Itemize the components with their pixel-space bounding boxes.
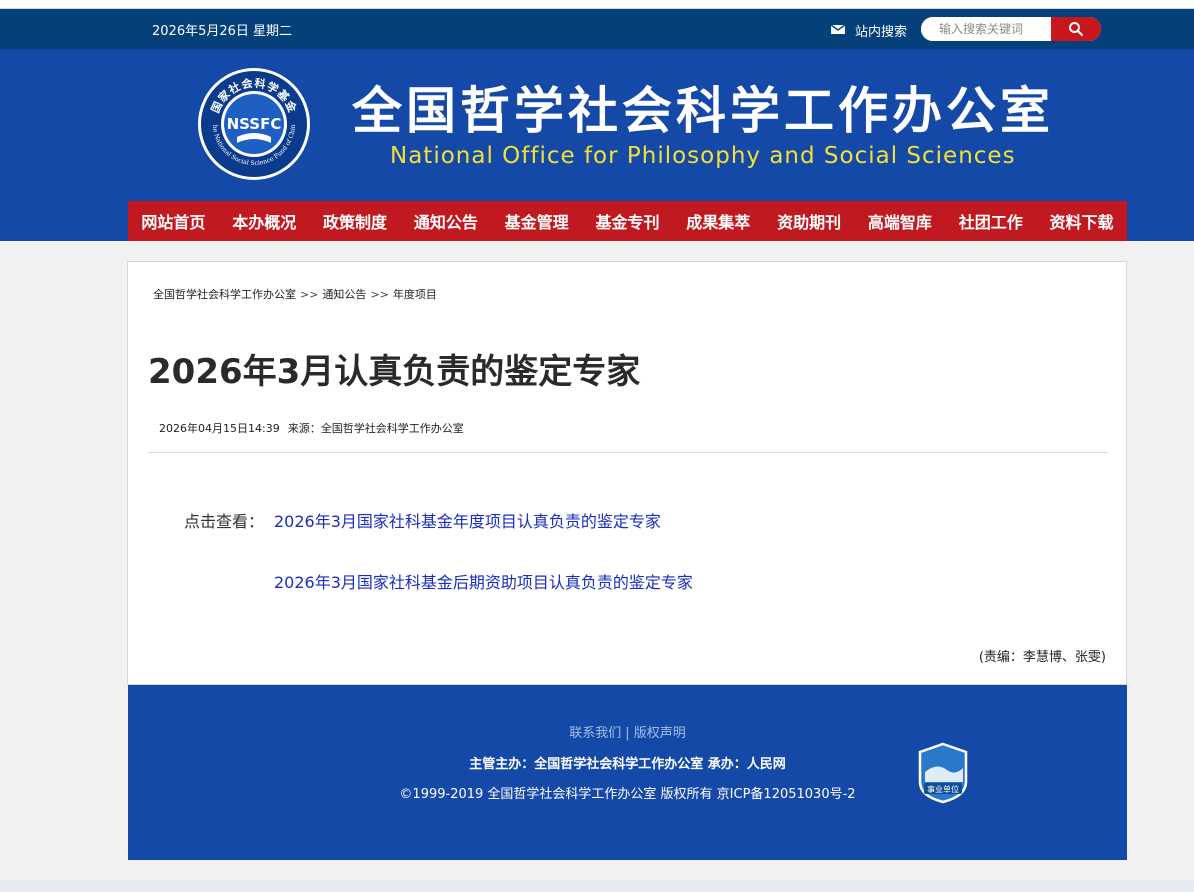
- nav-item-associations[interactable]: 社团工作: [955, 209, 1027, 233]
- nav-item-think-tanks[interactable]: 高端智库: [864, 209, 936, 233]
- article-title: 2026年3月认真负责的鉴定专家: [148, 352, 641, 392]
- contact-us-link[interactable]: 联系我们: [569, 726, 621, 741]
- search-input[interactable]: [921, 17, 1051, 41]
- nav-item-home[interactable]: 网站首页: [137, 209, 209, 233]
- breadcrumb-annual-projects[interactable]: 年度项目: [393, 288, 437, 301]
- bottom-strip: [0, 880, 1194, 892]
- click-to-view-label: 点击查看：: [184, 512, 265, 531]
- nav-item-about[interactable]: 本办概况: [228, 209, 300, 233]
- top-bar: 2026年5月26日 星期二 站内搜索: [0, 9, 1194, 49]
- nssfc-logo: 国家社会科学基金 The National Social Science Fun…: [197, 67, 310, 180]
- article-panel: 全国哲学社会科学工作办公室 >> 通知公告 >> 年度项目 2026年3月认真负责的鉴定…: [127, 261, 1127, 685]
- article-source: 来源：全国哲学社会科学工作办公室: [287, 422, 464, 435]
- copyright-notice-link[interactable]: 版权声明: [634, 726, 686, 741]
- main-nav: 网站首页 本办概况 政策制度 通知公告 基金管理 基金专刊 成果集萃 资助期刊 …: [128, 201, 1127, 241]
- logo-center-text: NSSFC: [227, 115, 282, 133]
- footer-copyright: ©1999-2019 全国哲学社会科学工作办公室 版权所有 京ICP备12051…: [399, 787, 856, 802]
- mail-icon: [831, 25, 845, 34]
- nav-item-funded-journals[interactable]: 资助期刊: [773, 209, 845, 233]
- footer-links: 联系我们 | 版权声明: [128, 722, 1127, 741]
- breadcrumb-home[interactable]: 全国哲学社会科学工作办公室: [153, 288, 296, 301]
- site-search-label: 站内搜索: [855, 25, 908, 40]
- nav-item-policy[interactable]: 政策制度: [319, 209, 391, 233]
- breadcrumb-separator: >>: [300, 288, 319, 301]
- footer-link-separator: |: [625, 726, 630, 741]
- top-edge-line: [0, 0, 1194, 9]
- nav-item-notices[interactable]: 通知公告: [410, 209, 482, 233]
- search-box: [921, 17, 1101, 41]
- nav-item-fund-management[interactable]: 基金管理: [501, 209, 573, 233]
- badge-text: 事业单位: [927, 784, 959, 794]
- responsible-editor: (责编：李慧博、张雯): [978, 650, 1106, 665]
- article-meta: 2026年04月15日14:39 来源：全国哲学社会科学工作办公室: [159, 420, 464, 436]
- site-footer: 联系我们 | 版权声明 主管主办：全国哲学社会科学工作办公室 承办：人民网 ©199…: [128, 685, 1127, 860]
- publish-datetime: 2026年04月15日14:39: [159, 422, 280, 435]
- nav-item-achievements[interactable]: 成果集萃: [682, 209, 754, 233]
- breadcrumb-separator: >>: [370, 288, 389, 301]
- footer-sponsor: 主管主办：全国哲学社会科学工作办公室 承办：人民网: [469, 757, 786, 772]
- post-funding-project-experts-link[interactable]: 2026年3月国家社科基金后期资助项目认真负责的鉴定专家: [274, 569, 693, 593]
- annual-project-experts-link[interactable]: 2026年3月国家社科基金年度项目认真负责的鉴定专家: [274, 508, 661, 532]
- nav-item-downloads[interactable]: 资料下载: [1046, 209, 1118, 233]
- breadcrumb-notices[interactable]: 通知公告: [322, 288, 366, 301]
- site-title-english: National Office for Philosophy and Socia…: [390, 143, 1016, 169]
- search-button[interactable]: [1051, 17, 1101, 41]
- title-divider: [148, 452, 1108, 453]
- site-title: 全国哲学社会科学工作办公室: [352, 81, 1054, 140]
- breadcrumb: 全国哲学社会科学工作办公室 >> 通知公告 >> 年度项目: [153, 286, 437, 302]
- nav-item-fund-journal[interactable]: 基金专刊: [591, 209, 663, 233]
- current-date: 2026年5月26日 星期二: [152, 24, 293, 39]
- public-institution-badge[interactable]: 事业单位: [917, 742, 969, 804]
- search-icon: [1069, 22, 1084, 37]
